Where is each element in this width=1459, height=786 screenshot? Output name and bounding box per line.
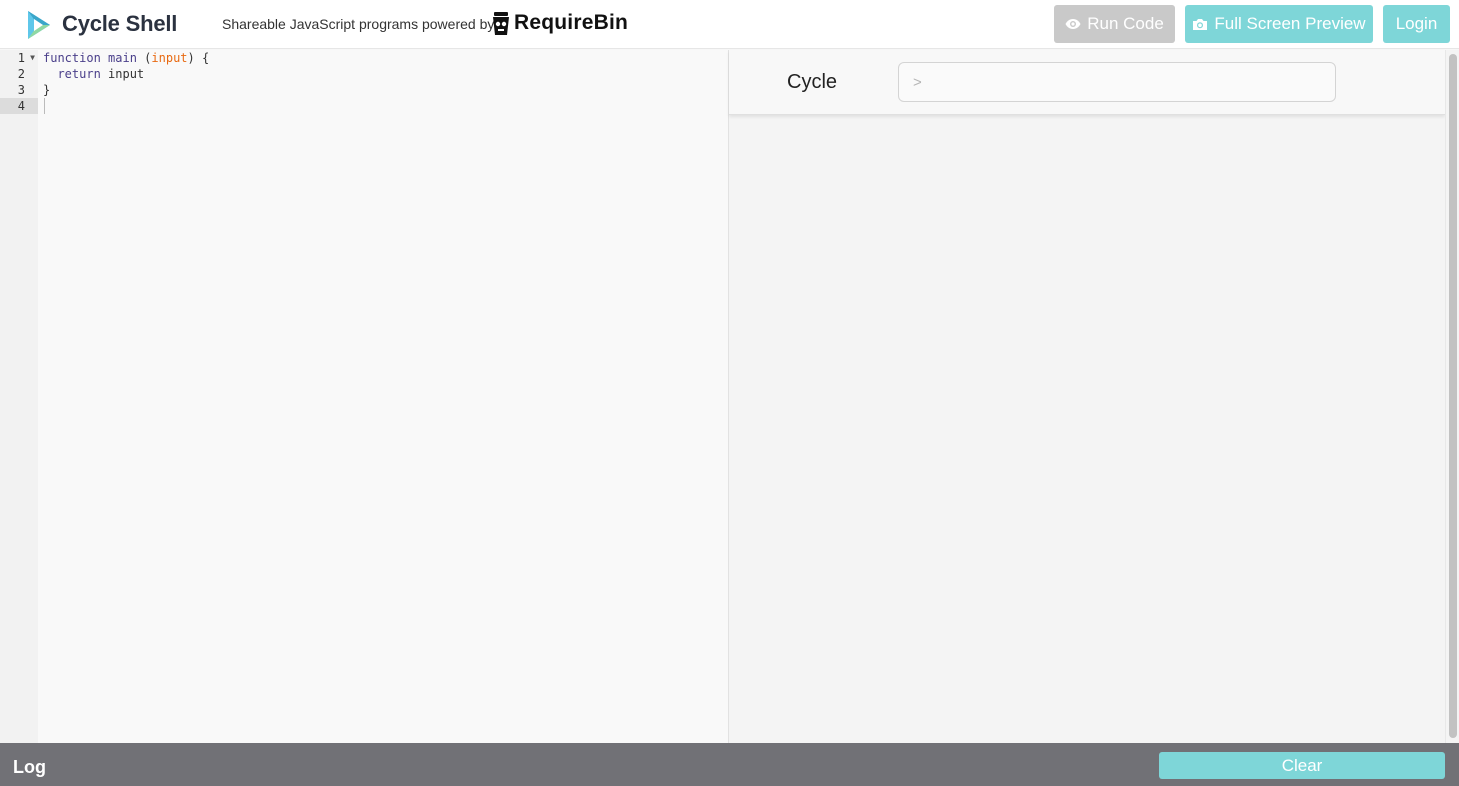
code-line[interactable]: return input: [43, 66, 144, 82]
clear-button[interactable]: Clear: [1159, 752, 1445, 779]
run-code-button[interactable]: Run Code: [1054, 5, 1175, 43]
line-number-gutter: 1 ▼ 2 3 4: [0, 50, 38, 743]
line-number: 3: [17, 83, 25, 97]
code-line[interactable]: }: [43, 82, 50, 98]
login-button[interactable]: Login: [1383, 5, 1450, 43]
gutter-line: 1 ▼: [0, 50, 38, 66]
gutter-line: 3: [0, 82, 38, 98]
line-number: 4: [17, 99, 25, 113]
log-label: Log: [13, 757, 46, 777]
app-title[interactable]: Cycle Shell: [62, 11, 177, 37]
top-header: Cycle Shell Shareable JavaScript program…: [0, 0, 1459, 49]
preview-title: Cycle: [787, 71, 838, 93]
preview-pane: Cycle: [729, 50, 1445, 743]
function-name: main: [108, 51, 137, 65]
keyword: return: [57, 67, 101, 81]
log-bar: Log Clear: [0, 743, 1459, 786]
line-number: 1: [17, 51, 25, 65]
full-screen-preview-label: Full Screen Preview: [1214, 14, 1366, 33]
punctuation: (: [136, 51, 152, 65]
parameter: input: [151, 51, 188, 65]
keyword: function: [43, 51, 101, 65]
full-screen-preview-button[interactable]: Full Screen Preview: [1185, 5, 1373, 43]
camera-icon: [1192, 18, 1208, 31]
fold-arrow-icon[interactable]: ▼: [30, 50, 35, 66]
text-cursor: [44, 98, 45, 114]
code-line[interactable]: function main (input) {: [43, 50, 209, 66]
code-text: }: [43, 83, 51, 97]
gutter-line-active: 4: [0, 98, 38, 114]
preview-scrollbar[interactable]: [1445, 50, 1459, 743]
preview-header: Cycle: [729, 50, 1445, 115]
line-number: 2: [17, 67, 25, 81]
preview-input[interactable]: [898, 62, 1336, 102]
gutter-line: 2: [0, 66, 38, 82]
cycle-logo-icon[interactable]: [26, 10, 52, 40]
scrollbar-thumb[interactable]: [1449, 54, 1457, 738]
punctuation: ) {: [187, 51, 210, 65]
tagline: Shareable JavaScript programs powered by: [222, 16, 495, 32]
code-text: return input: [57, 67, 145, 81]
requirebin-link[interactable]: RequireBin: [514, 11, 628, 35]
requirebin-logo-icon[interactable]: [492, 12, 510, 36]
code-editor[interactable]: 1 ▼ 2 3 4 function main (input) { return…: [0, 50, 728, 743]
eye-icon: [1065, 18, 1081, 30]
run-code-label: Run Code: [1087, 14, 1164, 33]
